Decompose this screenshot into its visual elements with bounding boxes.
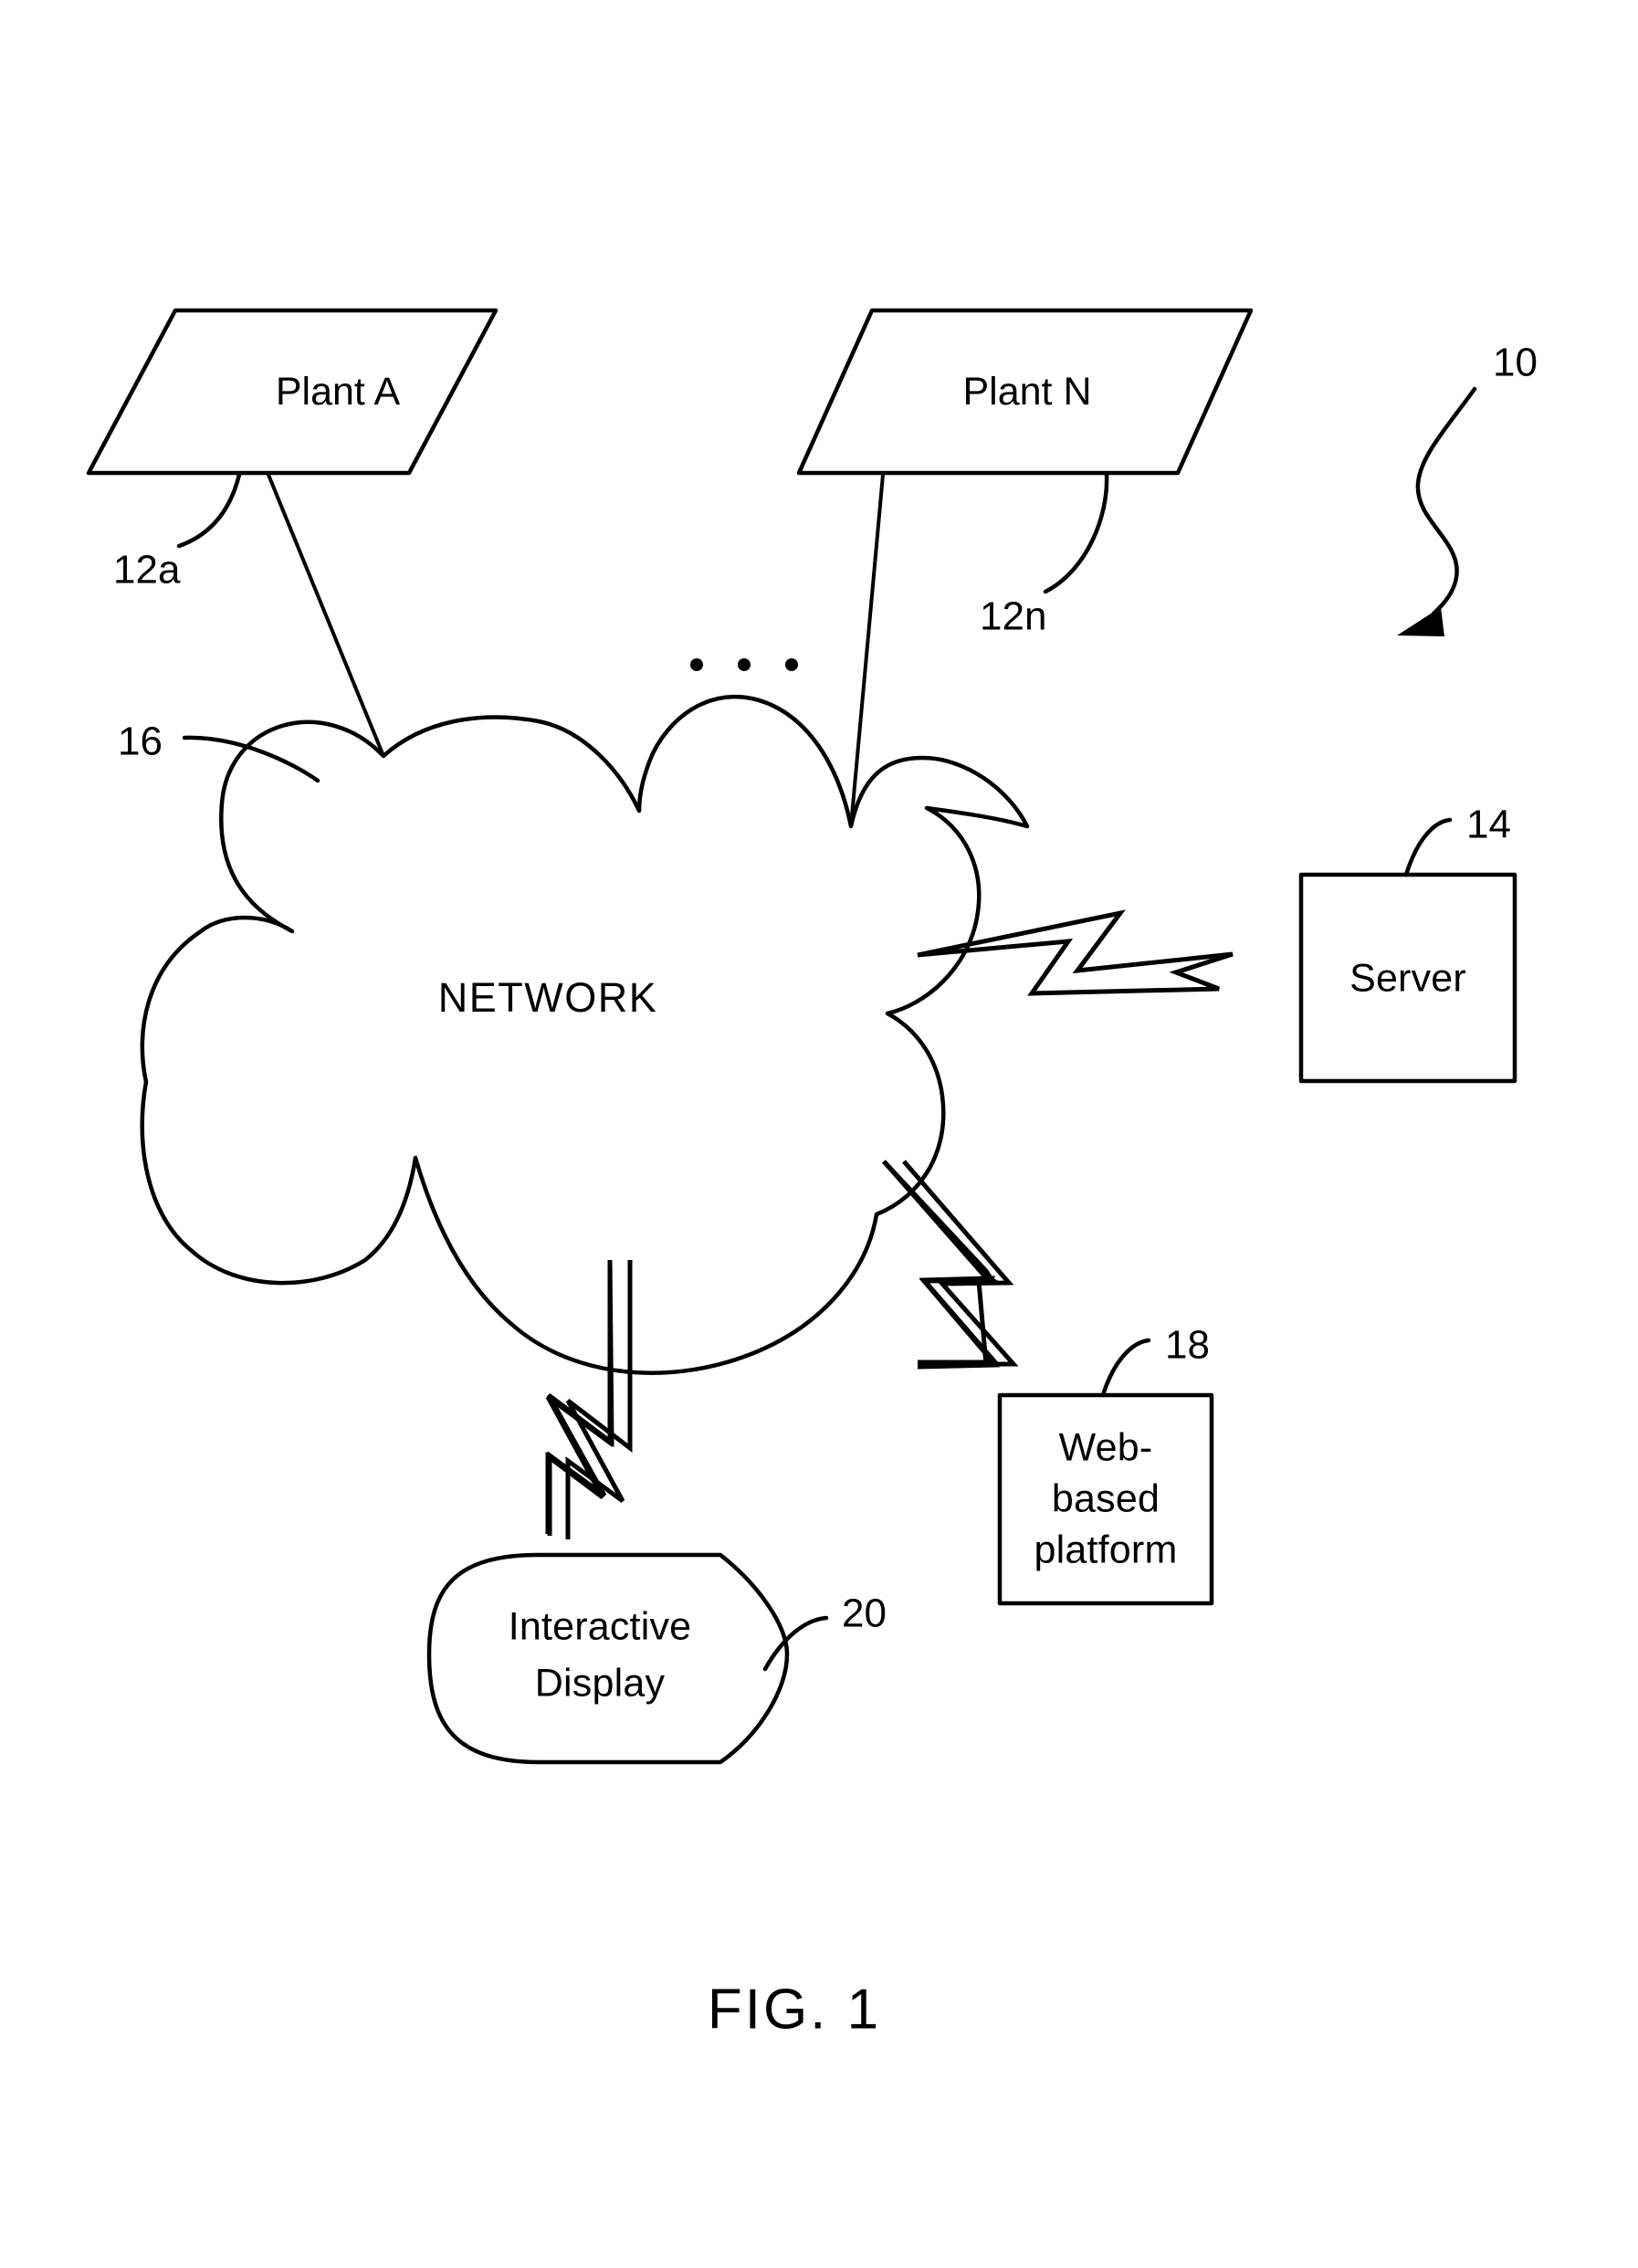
connector-plant-a-to-network bbox=[267, 473, 385, 758]
server-label: Server bbox=[1349, 956, 1466, 1000]
reference-leader-12a: 12a bbox=[113, 472, 242, 593]
reference-label-10: 10 bbox=[1493, 341, 1538, 385]
reference-label-12a: 12a bbox=[113, 548, 181, 593]
reference-leader-18: 18 bbox=[1100, 1323, 1210, 1398]
reference-label-14: 14 bbox=[1466, 803, 1511, 847]
system-reference-arrow: 10 bbox=[1397, 341, 1538, 636]
figure-canvas: NETWORK Server Web- based platform Inter… bbox=[86, 308, 1538, 2041]
web-platform-node[interactable]: Web- based platform bbox=[997, 1392, 1214, 1606]
plant-a-label: Plant A bbox=[275, 369, 401, 414]
interactive-display-label-line2: Display bbox=[535, 1661, 666, 1705]
plant-n-label-wrap: Plant N bbox=[913, 369, 1141, 415]
reference-leader-12n: 12n bbox=[980, 472, 1109, 639]
network-label: NETWORK bbox=[438, 974, 658, 1021]
web-platform-label-line3: platform bbox=[1034, 1528, 1178, 1571]
plant-a-label-wrap: Plant A bbox=[224, 369, 452, 415]
network-cloud-node[interactable]: NETWORK bbox=[140, 694, 1030, 1375]
figure-caption: FIG. 1 bbox=[708, 1978, 881, 2041]
reference-leader-14: 14 bbox=[1403, 803, 1511, 877]
ellipsis-dots bbox=[690, 658, 798, 671]
server-node[interactable]: Server bbox=[1298, 872, 1517, 1084]
reference-label-12n: 12n bbox=[980, 594, 1046, 639]
reference-label-16: 16 bbox=[118, 719, 163, 764]
lightning-bolt-network-to-interactive-display bbox=[545, 1259, 633, 1539]
patent-figure: NETWORK Server Web- based platform Inter… bbox=[0, 0, 1638, 2268]
web-platform-label-line2: based bbox=[1052, 1476, 1160, 1520]
web-platform-label-line1: Web- bbox=[1059, 1425, 1153, 1469]
plant-n-label: Plant N bbox=[962, 369, 1092, 414]
reference-label-20: 20 bbox=[842, 1591, 887, 1636]
interactive-display-node[interactable]: Interactive Display bbox=[426, 1552, 790, 1765]
lightning-bolt-network-to-web-platform bbox=[882, 1160, 1019, 1370]
reference-leader-16: 16 bbox=[118, 719, 320, 783]
reference-label-18: 18 bbox=[1165, 1323, 1210, 1368]
interactive-display-label-line1: Interactive bbox=[509, 1604, 692, 1648]
